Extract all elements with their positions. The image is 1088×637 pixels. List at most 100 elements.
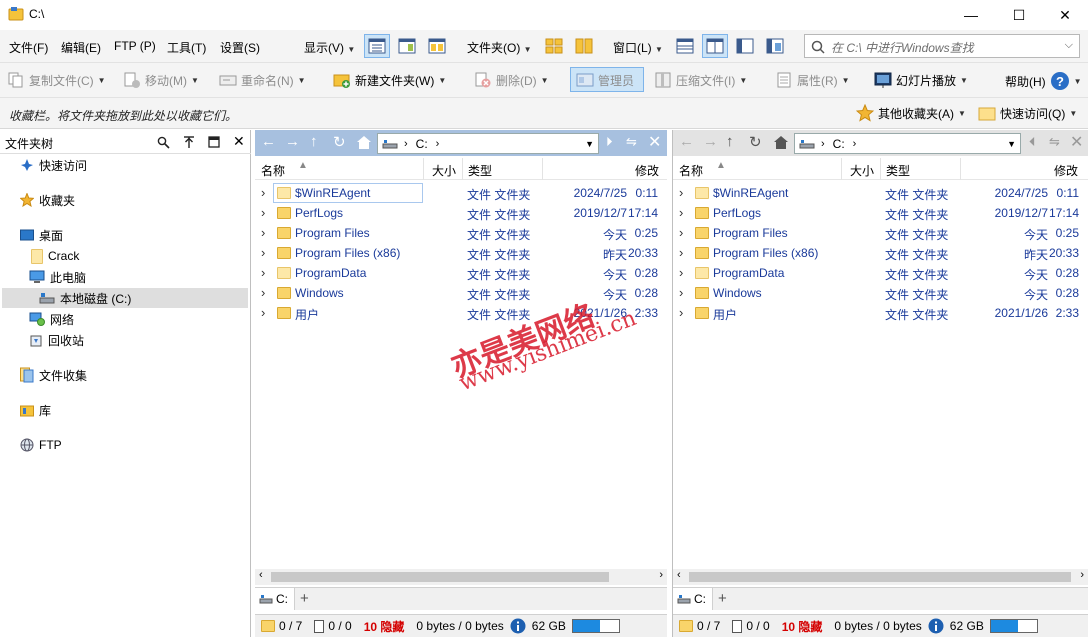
new-folder-button[interactable]: 新建文件夹(W) ▼	[333, 71, 446, 89]
quick-access-button[interactable]: 快速访问(Q) ▼	[978, 104, 1077, 122]
layout-details-button[interactable]	[364, 34, 390, 58]
up-icon[interactable]: ↑	[726, 133, 734, 150]
sync-icon[interactable]: ⏵	[606, 134, 613, 150]
column-size[interactable]: 大小	[432, 162, 456, 179]
chevron-down-icon[interactable]: ⌵	[1065, 39, 1073, 52]
scrollbar-thumb[interactable]	[689, 572, 1071, 582]
window-dual-button[interactable]	[702, 34, 728, 58]
expand-chevron-icon[interactable]: ›	[261, 205, 265, 220]
file-row[interactable]: › Program Files 文件 文件夹 今天 0:25	[673, 223, 1088, 243]
column-modified[interactable]: 修改	[1054, 162, 1078, 179]
close-button[interactable]: ✕	[1042, 0, 1088, 30]
expand-chevron-icon[interactable]: ›	[679, 185, 683, 200]
refresh-icon[interactable]: ↻	[749, 133, 762, 151]
menu-edit[interactable]: 编辑(E)	[61, 39, 101, 56]
column-divider[interactable]	[542, 158, 543, 180]
tree-item-crack[interactable]: Crack	[31, 246, 79, 266]
expand-chevron-icon[interactable]: ›	[679, 285, 683, 300]
move-button[interactable]: 移动(M) ▼	[123, 71, 199, 89]
column-type[interactable]: 类型	[886, 162, 910, 179]
tree-item-this-pc[interactable]: 此电脑	[29, 267, 86, 287]
menu-settings[interactable]: 设置(S)	[220, 39, 260, 56]
back-icon[interactable]: ←	[261, 133, 276, 150]
column-divider[interactable]	[423, 158, 424, 180]
expand-chevron-icon[interactable]: ›	[679, 265, 683, 280]
column-divider[interactable]	[462, 158, 463, 180]
tree-item-network[interactable]: 网络	[29, 309, 74, 329]
menu-file[interactable]: 文件(F)	[9, 39, 48, 56]
column-name[interactable]: 名称	[679, 162, 703, 179]
tree-item-quick-access[interactable]: 快速访问	[20, 155, 87, 175]
column-divider[interactable]	[960, 158, 961, 180]
expand-chevron-icon[interactable]: ›	[679, 245, 683, 260]
close-icon[interactable]: ✕	[233, 133, 245, 150]
scroll-left-icon[interactable]: ‹	[677, 569, 681, 581]
add-tab-icon[interactable]: +	[718, 590, 727, 607]
expand-chevron-icon[interactable]: ›	[679, 305, 683, 320]
close-icon[interactable]: ✕	[1070, 132, 1083, 152]
expand-chevron-icon[interactable]: ›	[261, 185, 265, 200]
search-input[interactable]: 在 C:\ 中进行Windows查找 ⌵	[804, 34, 1080, 58]
rename-button[interactable]: 重命名(N) ▼	[219, 71, 306, 89]
home-icon[interactable]	[773, 135, 789, 150]
delete-button[interactable]: 删除(D) ▼	[474, 71, 549, 89]
menu-tools[interactable]: 工具(T)	[167, 39, 206, 56]
help-button[interactable]: 帮助(H) ? ▼	[1005, 71, 1082, 91]
menu-view[interactable]: 显示(V) ▼	[304, 39, 355, 56]
folder-view-button-1[interactable]	[541, 34, 567, 58]
column-modified[interactable]: 修改	[635, 162, 659, 179]
expand-chevron-icon[interactable]: ›	[679, 225, 683, 240]
other-favorites-button[interactable]: 其他收藏夹(A) ▼	[856, 104, 966, 122]
breadcrumb-drive[interactable]: C:	[833, 137, 845, 151]
properties-button[interactable]: 属性(R) ▼	[775, 71, 850, 89]
file-row[interactable]: › Program Files 文件 文件夹 今天 0:25	[255, 223, 667, 243]
address-bar[interactable]: › C: › ▼	[377, 133, 599, 154]
chevron-down-icon[interactable]: ▼	[585, 139, 594, 149]
file-row[interactable]: › Program Files (x86) 文件 文件夹 昨天 20:33	[255, 243, 667, 263]
column-divider[interactable]	[841, 158, 842, 180]
refresh-icon[interactable]: ↻	[333, 133, 346, 151]
slideshow-button[interactable]: 幻灯片播放 ▼	[874, 71, 968, 89]
forward-icon[interactable]: →	[703, 133, 718, 150]
sync-icon[interactable]: ⏴	[1029, 134, 1036, 150]
scroll-right-icon[interactable]: ›	[659, 569, 663, 581]
breadcrumb-drive[interactable]: C:	[416, 137, 428, 151]
file-row[interactable]: › PerfLogs 文件 文件夹 2019/12/7 17:14	[255, 203, 667, 223]
swap-icon[interactable]: ⇋	[1049, 134, 1060, 150]
tab-drive-c[interactable]: C:	[255, 588, 295, 610]
expand-chevron-icon[interactable]: ›	[261, 225, 265, 240]
add-tab-icon[interactable]: +	[300, 590, 309, 607]
file-row[interactable]: › $WinREAgent 文件 文件夹 2024/7/25 0:11	[255, 183, 667, 203]
minimize-button[interactable]: —	[948, 0, 994, 30]
file-row[interactable]: › Program Files (x86) 文件 文件夹 昨天 20:33	[673, 243, 1088, 263]
file-row[interactable]: › PerfLogs 文件 文件夹 2019/12/7 17:14	[673, 203, 1088, 223]
scroll-right-icon[interactable]: ›	[1080, 569, 1084, 581]
column-size[interactable]: 大小	[850, 162, 874, 179]
horizontal-scrollbar[interactable]: ‹ ›	[255, 569, 667, 585]
file-row[interactable]: › Windows 文件 文件夹 今天 0:28	[673, 283, 1088, 303]
tree-item-recycle-bin[interactable]: 回收站	[29, 330, 84, 350]
folder-view-button-2[interactable]	[571, 34, 597, 58]
file-row[interactable]: › 用户 文件 文件夹 2021/1/26 2:33	[673, 303, 1088, 323]
up-icon[interactable]: ↑	[310, 133, 318, 150]
address-bar[interactable]: › C: › ▼	[794, 133, 1021, 154]
tree-item-favorites[interactable]: 收藏夹	[20, 190, 75, 210]
compress-button[interactable]: 压缩文件(I) ▼	[654, 71, 747, 89]
menu-ftp[interactable]: FTP (P)	[114, 39, 156, 53]
window-preview-button[interactable]	[762, 34, 788, 58]
home-icon[interactable]	[356, 135, 372, 150]
file-row[interactable]: › Windows 文件 文件夹 今天 0:28	[255, 283, 667, 303]
maximize-button[interactable]: ☐	[996, 0, 1042, 30]
status-hidden[interactable]: 10 隐藏	[358, 618, 411, 635]
window-single-button[interactable]	[672, 34, 698, 58]
status-hidden[interactable]: 10 隐藏	[776, 618, 829, 635]
layout-preview-button[interactable]	[394, 34, 420, 58]
tree-item-local-disk[interactable]: 本地磁盘 (C:)	[2, 288, 248, 308]
tree-item-desktop[interactable]: 桌面	[20, 225, 63, 245]
info-icon[interactable]	[928, 618, 944, 634]
chevron-down-icon[interactable]: ▼	[1007, 139, 1016, 149]
file-row[interactable]: › ProgramData 文件 文件夹 今天 0:28	[255, 263, 667, 283]
file-row[interactable]: › ProgramData 文件 文件夹 今天 0:28	[673, 263, 1088, 283]
dock-icon[interactable]	[208, 136, 220, 148]
column-divider[interactable]	[880, 158, 881, 180]
